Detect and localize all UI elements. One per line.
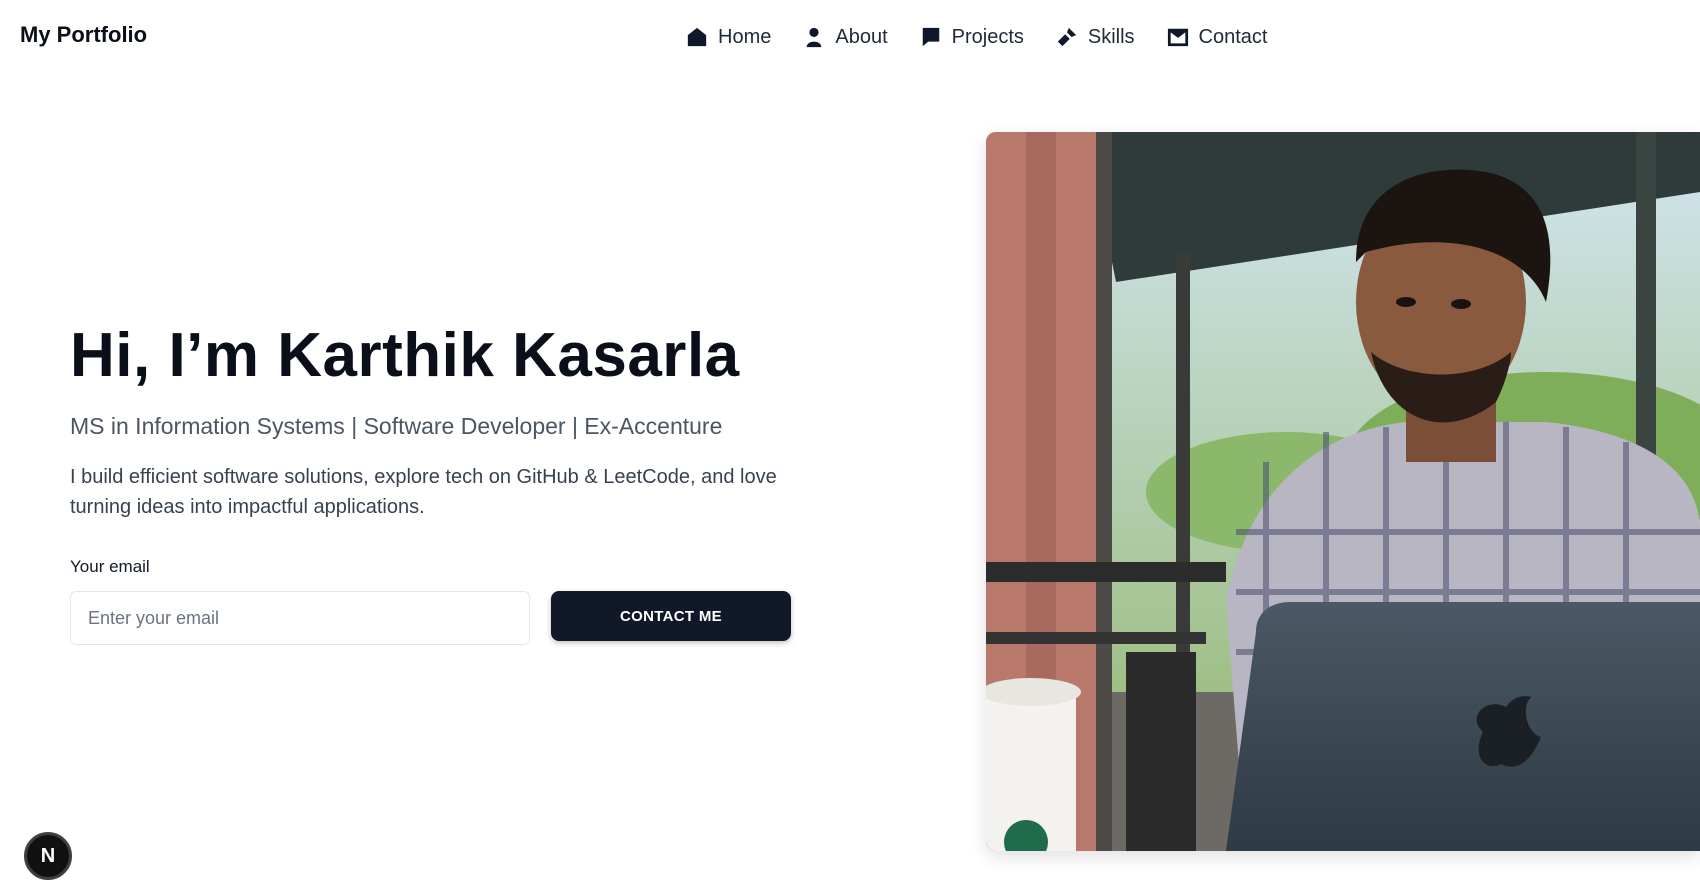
email-label: Your email bbox=[70, 557, 150, 576]
tools-icon bbox=[1057, 27, 1077, 47]
nextjs-dev-badge[interactable]: N bbox=[24, 832, 72, 880]
nav-item-label: Contact bbox=[1198, 25, 1268, 48]
nav-item-label: Projects bbox=[951, 25, 1024, 48]
chat-bubble-icon bbox=[922, 27, 939, 47]
main-nav: Home About Projects Skills Contact bbox=[686, 22, 1267, 52]
home-icon bbox=[687, 27, 707, 47]
nav-item-projects[interactable]: Projects bbox=[920, 26, 1024, 49]
site-logo[interactable]: My Portfolio bbox=[20, 22, 147, 48]
profile-photo bbox=[986, 132, 1700, 851]
nav-item-label: Skills bbox=[1087, 25, 1135, 48]
envelope-icon bbox=[1167, 28, 1188, 47]
hero-title: Hi, I’m Karthik Kasarla bbox=[70, 321, 740, 390]
hero-subtitle: MS in Information Systems | Software Dev… bbox=[70, 413, 723, 439]
hero-description: I build efficient software solutions, ex… bbox=[70, 466, 777, 518]
nav-item-label: Home bbox=[718, 25, 772, 48]
hero-text: Hi, I’m Karthik Kasarla MS in Informatio… bbox=[70, 318, 830, 522]
contact-me-button[interactable]: CONTACT ME bbox=[551, 591, 791, 641]
dev-badge-label: N bbox=[40, 844, 56, 867]
nav-item-contact[interactable]: Contact bbox=[1167, 25, 1268, 49]
nav-item-skills[interactable]: Skills bbox=[1056, 26, 1135, 49]
nav-item-label: About bbox=[835, 25, 888, 48]
user-icon bbox=[807, 27, 822, 48]
nav-item-about[interactable]: About bbox=[803, 25, 888, 49]
profile-photo-illustration bbox=[986, 132, 1700, 851]
nav-item-home[interactable]: Home bbox=[686, 26, 771, 49]
site-header: My Portfolio Home About Projects Skills … bbox=[0, 0, 1700, 76]
email-input[interactable] bbox=[70, 591, 530, 645]
